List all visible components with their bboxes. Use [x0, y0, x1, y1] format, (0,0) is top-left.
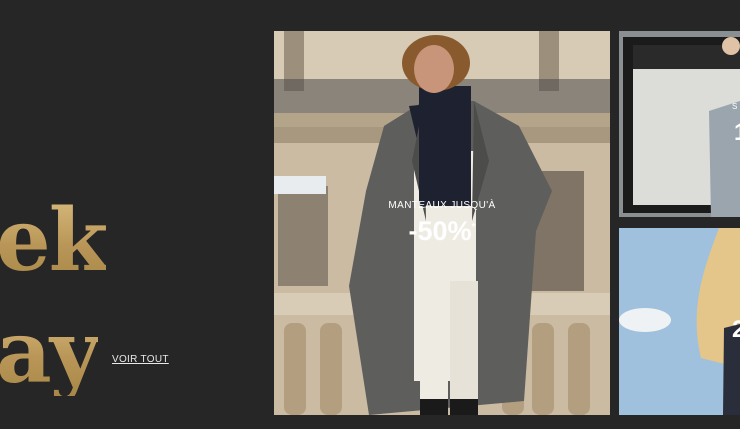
side-tile-top-small-text: S	[732, 102, 738, 111]
promo-headline-line-2: ay	[0, 310, 100, 396]
tile-caption: MANTEAUX JUSQU'À	[388, 200, 496, 211]
see-all-link[interactable]: VOIR TOUT	[112, 354, 169, 365]
promo-headline-area: ek ay VOIR TOUT	[0, 0, 270, 429]
side-tile-bottom[interactable]: 2	[619, 228, 740, 415]
sky-model-image	[619, 228, 740, 415]
window-model-image	[619, 31, 740, 217]
promo-headline-line-1: ek	[0, 198, 108, 284]
coats-sale-tile[interactable]: MANTEAUX JUSQU'À -50%*	[274, 31, 610, 415]
discount-percent: -50%*	[408, 216, 476, 246]
side-tile-top[interactable]: S 1	[619, 31, 740, 217]
side-tile-top-number: 1	[734, 119, 740, 147]
side-tile-bottom-number: 2	[732, 316, 740, 343]
